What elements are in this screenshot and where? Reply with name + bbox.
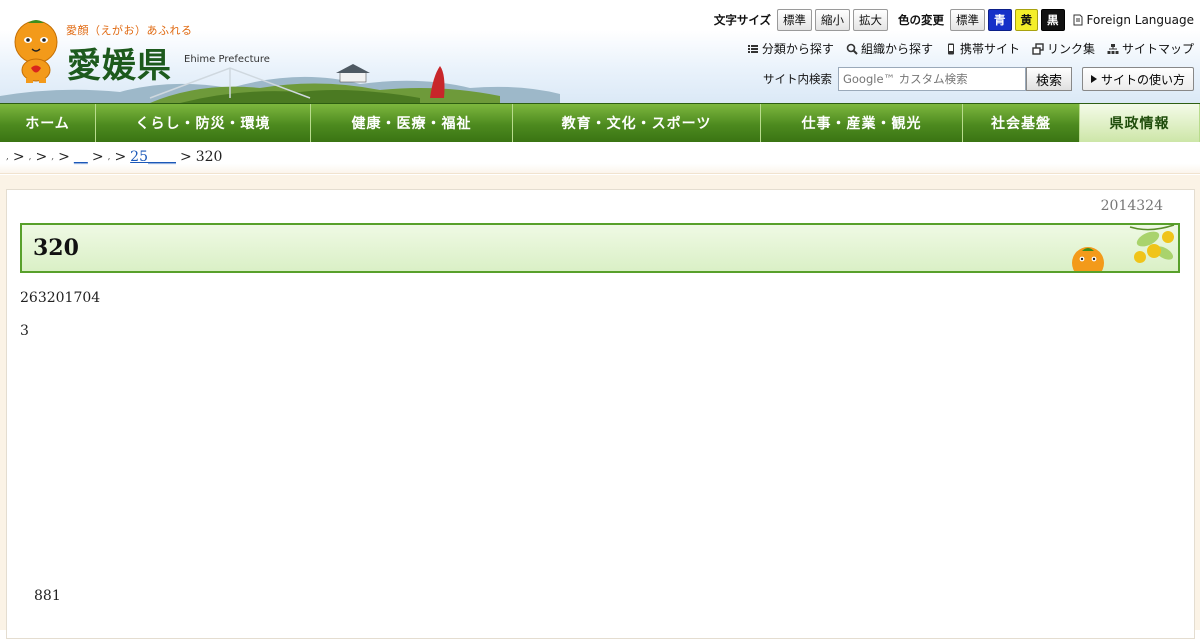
nav-living-disaster-environment[interactable]: くらし・防災・環境 xyxy=(96,104,311,142)
breadcrumb: , > , > , > __ > , > 25____ > 320 xyxy=(0,141,1200,174)
site-search-label: サイト内検索 xyxy=(762,72,832,86)
sitemap-icon xyxy=(1107,43,1119,54)
header-scenery-illustration xyxy=(0,64,560,103)
color-yellow-button[interactable]: 黄 xyxy=(1014,9,1039,31)
link-collection-link[interactable]: リンク集 xyxy=(1032,40,1095,57)
site-search: サイト内検索 検索 サイトの使い方 xyxy=(763,67,1194,91)
breadcrumb-empty-link[interactable]: , xyxy=(29,152,32,162)
mobile-site-label: 携帯サイト xyxy=(959,42,1020,56)
font-size-smaller-button[interactable]: 縮小 xyxy=(815,9,851,31)
color-standard-button[interactable]: 標準 xyxy=(950,9,986,31)
update-date: 2014324 xyxy=(1100,198,1163,214)
browse-by-category-label: 分類から探す xyxy=(761,42,834,56)
breadcrumb-current: 320 xyxy=(195,149,223,165)
link-icon xyxy=(1032,42,1044,55)
breadcrumb-separator: > xyxy=(114,149,127,165)
body-footer-number: 881 xyxy=(34,588,61,604)
how-to-use-site-button[interactable]: サイトの使い方 xyxy=(1081,67,1194,91)
browse-by-organization-link[interactable]: 組織から探す xyxy=(846,40,933,57)
browse-by-category-link[interactable]: 分類から探す xyxy=(747,40,834,57)
mobile-site-link[interactable]: 携帯サイト xyxy=(945,40,1020,57)
foreign-language-label: Foreign Language xyxy=(1086,13,1194,27)
color-black-button[interactable]: 黒 xyxy=(1041,9,1065,31)
body-line-1: 263201704 xyxy=(20,290,101,306)
breadcrumb-empty-link[interactable]: , xyxy=(51,152,54,162)
browse-by-organization-label: 組織から探す xyxy=(860,42,933,56)
document-icon xyxy=(1073,14,1083,26)
how-to-use-site-label: サイトの使い方 xyxy=(1100,72,1185,87)
breadcrumb-empty-link[interactable]: , xyxy=(108,152,111,162)
mascot-citrus-decoration-icon xyxy=(1072,224,1175,271)
site-tagline: 愛顔（えがお）あふれる xyxy=(66,24,193,37)
nav-education-culture-sports[interactable]: 教育・文化・スポーツ xyxy=(513,104,761,142)
breadcrumb-empty-link[interactable]: , xyxy=(6,152,9,162)
breadcrumb-separator: > xyxy=(91,149,104,165)
breadcrumb-separator: > xyxy=(180,149,192,165)
nav-infrastructure[interactable]: 社会基盤 xyxy=(963,104,1080,142)
nav-work-industry-tourism[interactable]: 仕事・産業・観光 xyxy=(761,104,963,142)
breadcrumb-separator: > xyxy=(12,149,25,165)
site-header: 愛顔（えがお）あふれる 愛媛県 Ehime Prefecture 文字サイズ 標… xyxy=(0,0,1200,103)
triangle-right-icon xyxy=(1090,75,1097,83)
breadcrumb-link[interactable]: __ xyxy=(74,149,88,165)
font-size-larger-button[interactable]: 拡大 xyxy=(853,9,889,31)
site-search-button[interactable]: 検索 xyxy=(1025,67,1072,91)
global-navigation: ホーム くらし・防災・環境 健康・医療・福祉 教育・文化・スポーツ 仕事・産業・… xyxy=(0,103,1200,142)
main-content-area: 2014324 320 263201704 3 881 xyxy=(0,175,1200,639)
nav-health-medical-welfare[interactable]: 健康・医療・福祉 xyxy=(311,104,513,142)
color-change-label: 色の変更 xyxy=(898,13,945,27)
font-size-standard-button[interactable]: 標準 xyxy=(777,9,813,31)
foreign-language-link[interactable]: Foreign Language xyxy=(1072,13,1194,27)
utility-row-links: 分類から探す 組織から探す 携帯サイト リンク集 サイトマップ xyxy=(747,40,1194,57)
page-title-bar: 320 xyxy=(20,223,1180,273)
link-collection-label: リンク集 xyxy=(1046,42,1095,56)
mobile-phone-icon xyxy=(947,43,954,54)
article-panel: 2014324 320 263201704 3 881 xyxy=(6,189,1195,639)
body-line-2: 3 xyxy=(20,323,29,339)
breadcrumb-link-25[interactable]: 25____ xyxy=(130,149,176,165)
color-blue-button[interactable]: 青 xyxy=(988,9,1012,31)
list-icon xyxy=(747,44,758,53)
nav-prefectural-government[interactable]: 県政情報 xyxy=(1080,104,1200,142)
font-size-label: 文字サイズ xyxy=(713,13,772,27)
sitemap-label: サイトマップ xyxy=(1121,42,1194,56)
breadcrumb-separator: > xyxy=(35,149,48,165)
sitemap-link[interactable]: サイトマップ xyxy=(1107,40,1194,57)
breadcrumb-separator: > xyxy=(58,149,70,165)
site-search-input[interactable] xyxy=(837,67,1026,91)
magnifier-icon xyxy=(846,43,858,55)
utility-row-display: 文字サイズ 標準 縮小 拡大 色の変更 標準 青 黄 黒 Foreign Lan… xyxy=(714,9,1194,31)
nav-home[interactable]: ホーム xyxy=(0,104,96,142)
page-title: 320 xyxy=(33,235,79,261)
